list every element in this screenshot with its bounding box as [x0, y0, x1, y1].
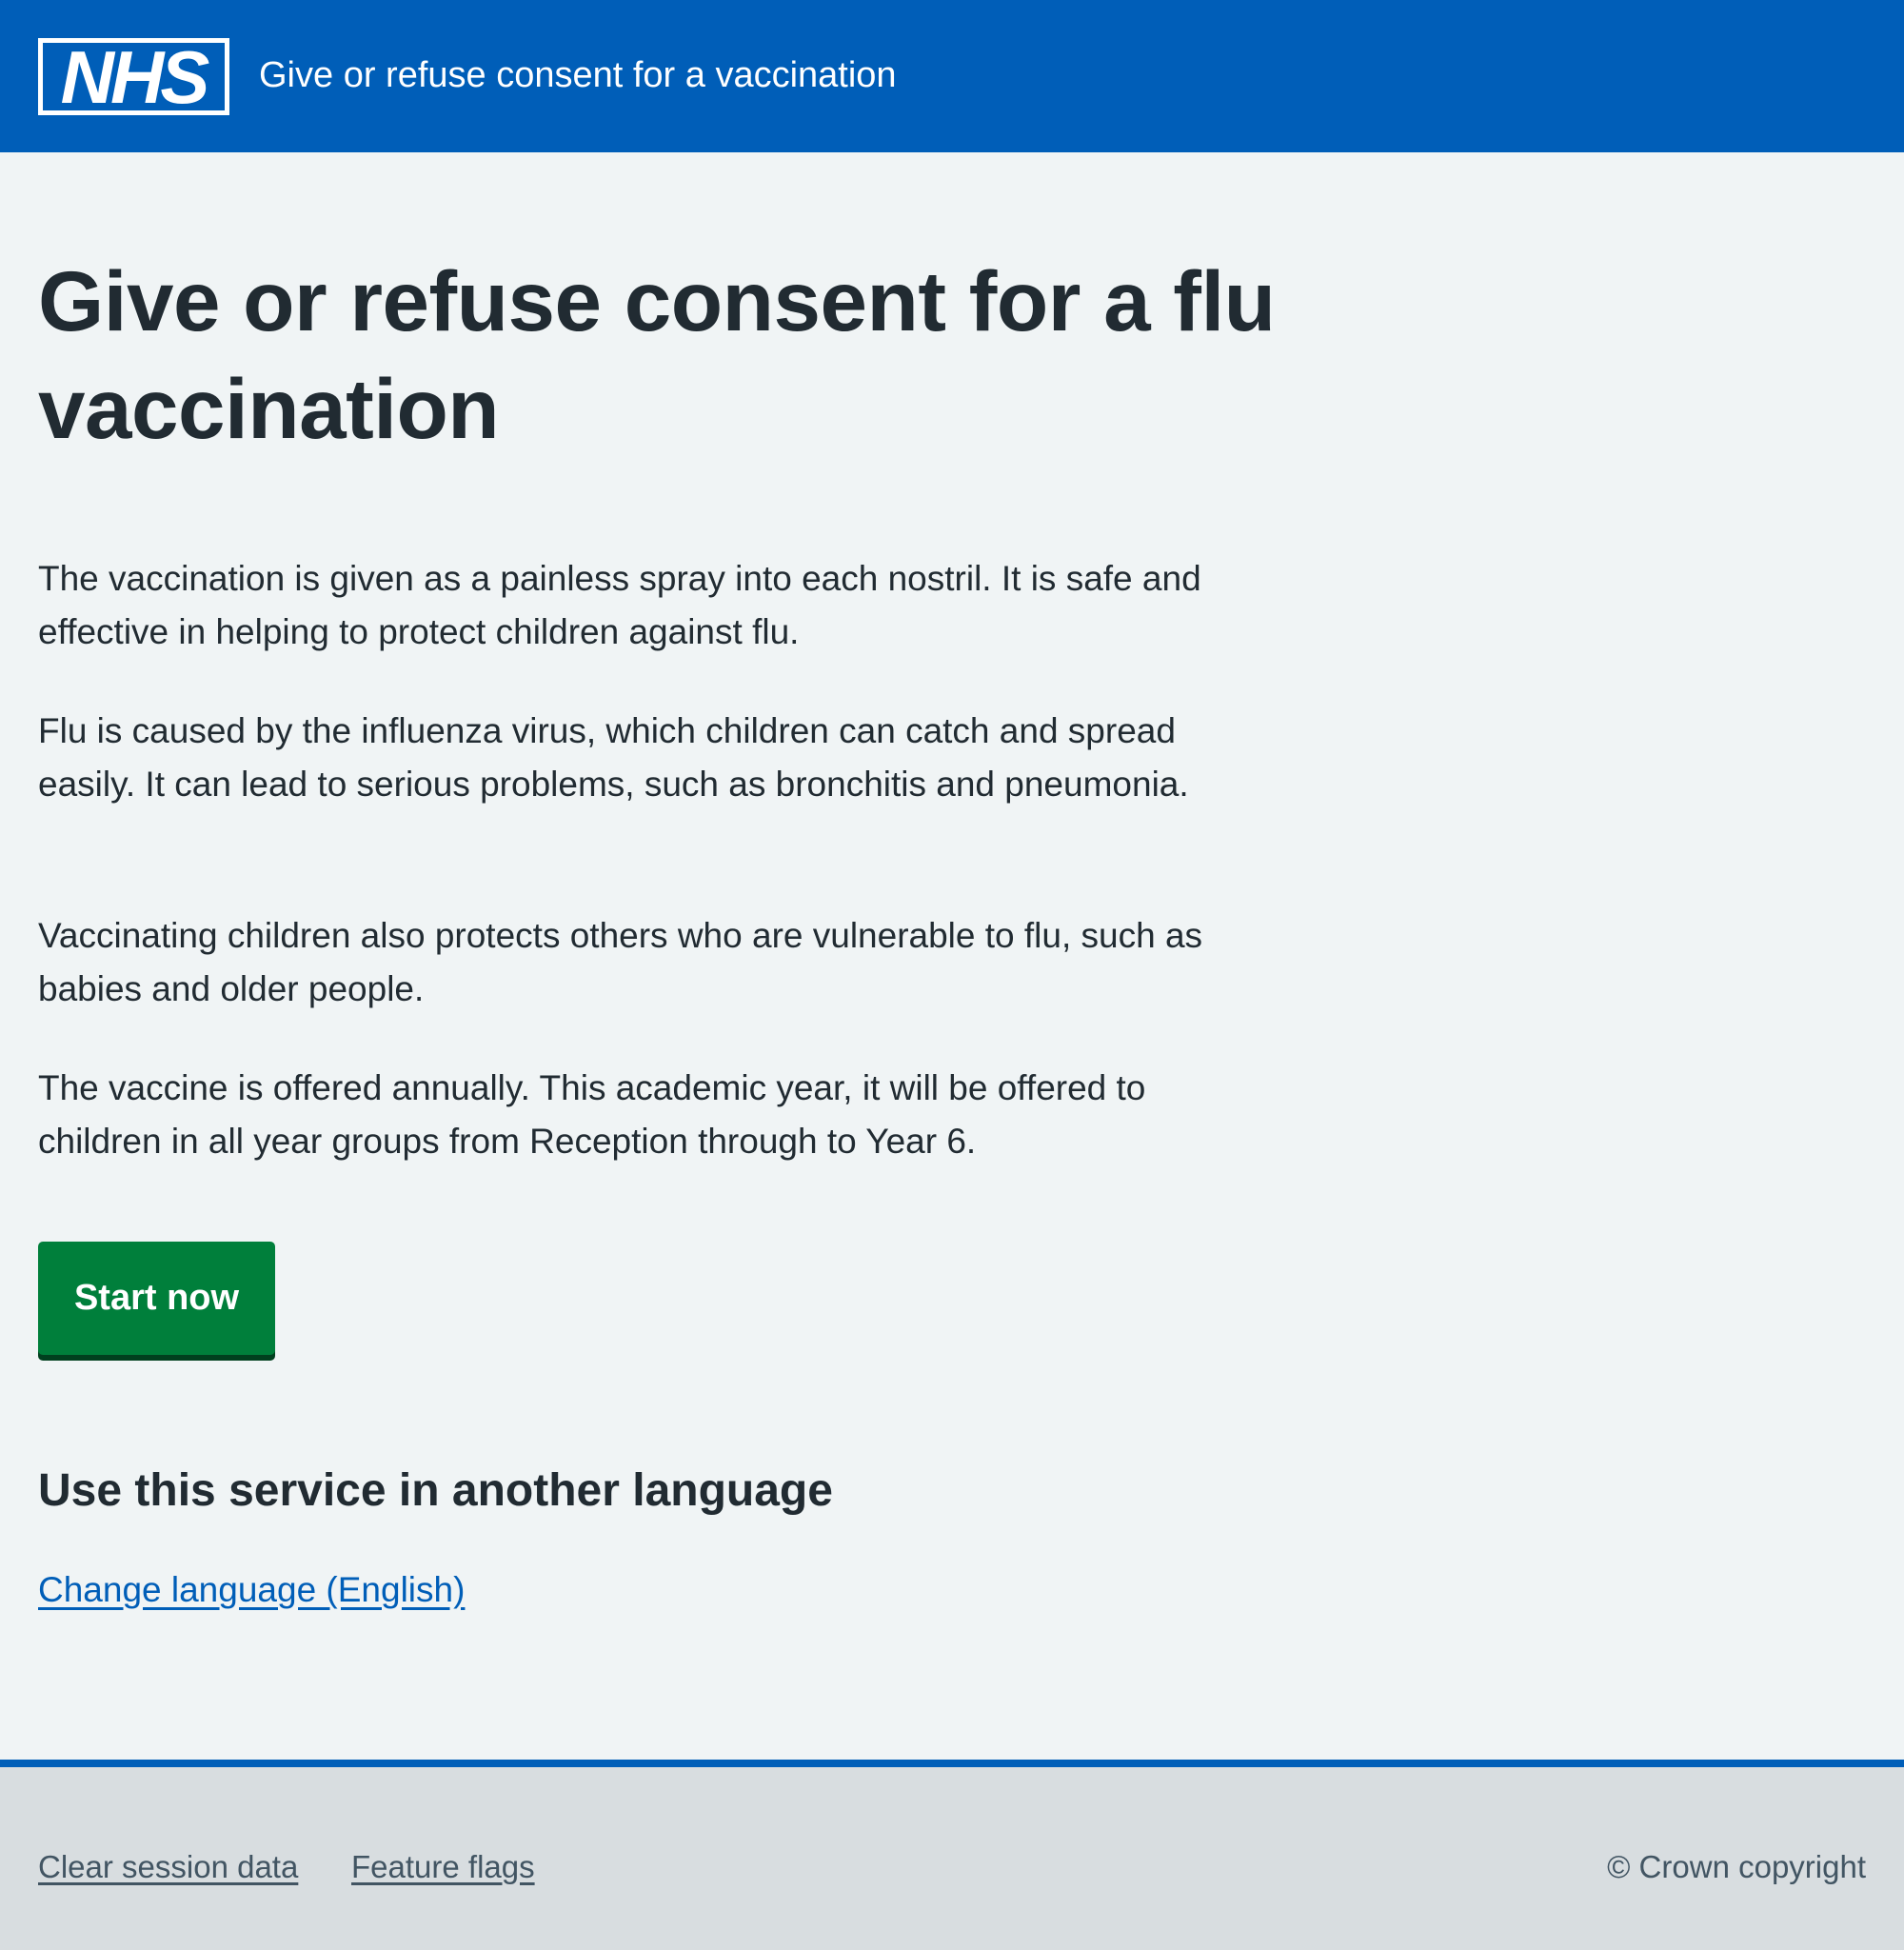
intro-paragraph-4: The vaccine is offered annually. This ac…: [38, 1068, 1146, 1161]
change-language-link[interactable]: Change language (English): [38, 1567, 465, 1613]
clear-session-data-link[interactable]: Clear session data: [38, 1846, 298, 1888]
site-header: NHS Give or refuse consent for a vaccina…: [0, 0, 1904, 152]
intro-paragraph-2: Flu is caused by the influenza virus, wh…: [38, 711, 1189, 804]
nhs-logo-text: NHS: [61, 38, 210, 115]
intro-paragraph-1: The vaccination is given as a painless s…: [38, 559, 1201, 651]
intro-paragraph-3: Vaccinating children also protects other…: [38, 916, 1203, 1008]
service-name-link[interactable]: Give or refuse consent for a vaccination: [259, 52, 897, 98]
site-footer: Clear session data Feature flags © Crown…: [0, 1760, 1904, 1950]
copyright-text: © Crown copyright: [1607, 1849, 1866, 1884]
nhs-logo[interactable]: NHS: [38, 38, 229, 115]
feature-flags-link[interactable]: Feature flags: [351, 1846, 535, 1888]
start-now-button[interactable]: Start now: [38, 1242, 275, 1355]
language-heading: Use this service in another language: [38, 1465, 833, 1516]
page-title: Give or refuse consent for a flu vaccina…: [38, 253, 1276, 456]
nhs-logo-icon: NHS: [38, 38, 229, 115]
